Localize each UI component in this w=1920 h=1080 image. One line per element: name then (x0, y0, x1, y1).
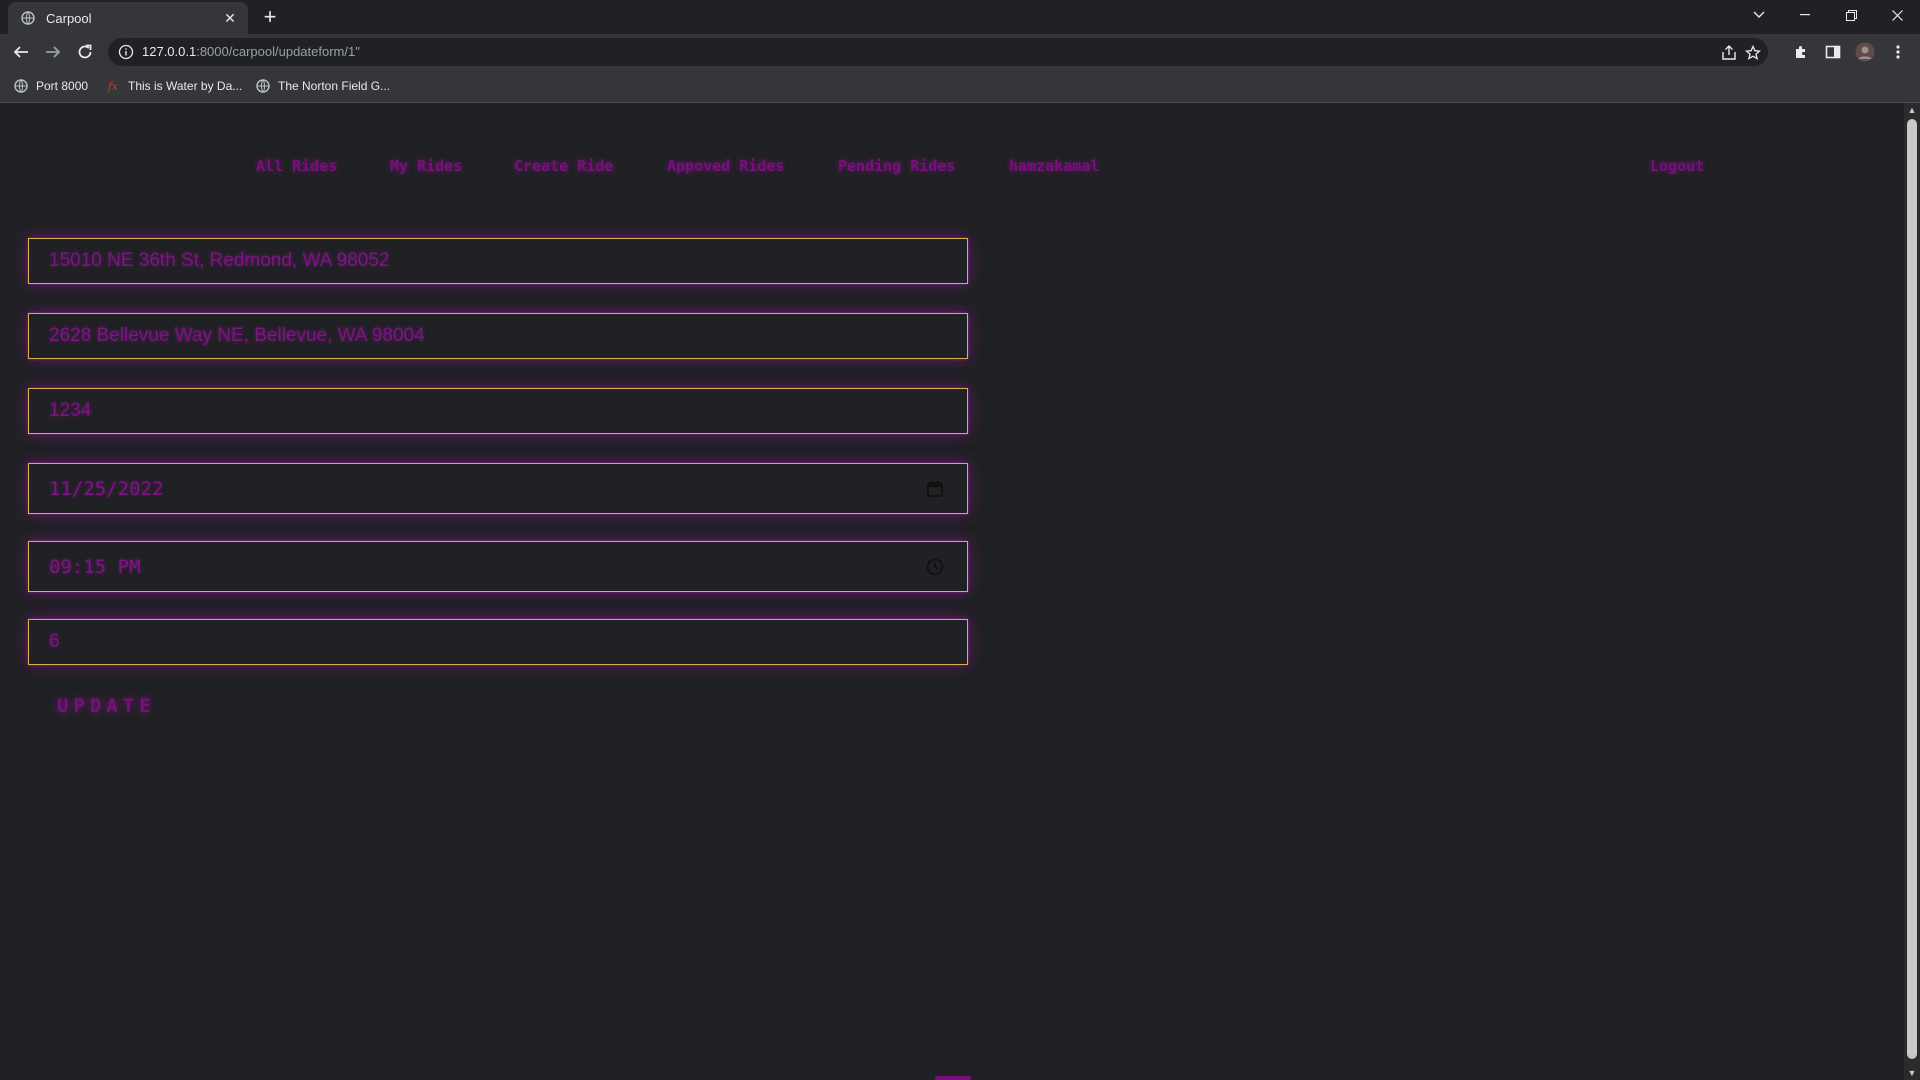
bookmarks-bar: Port 8000 fx This is Water by Da... The … (0, 70, 1920, 103)
time-value: 09:15 PM (49, 555, 141, 578)
nav-logout[interactable]: Logout (1650, 157, 1704, 175)
update-button[interactable]: UPDATE (57, 695, 156, 717)
page-viewport: All Rides My Rides Create Ride Appoved R… (0, 103, 1904, 1080)
pickup-address-value: 15010 NE 36th St, Redmond, WA 98052 (49, 250, 390, 271)
pickup-address-field[interactable]: 15010 NE 36th St, Redmond, WA 98052 (28, 238, 968, 284)
bookmark-item[interactable]: Port 8000 (14, 77, 88, 95)
url-host: 127.0.0.1 (142, 44, 197, 59)
date-field[interactable]: 11/25/2022 (28, 463, 968, 514)
calendar-icon[interactable] (925, 479, 945, 499)
nav-pending-rides[interactable]: Pending Rides (838, 157, 955, 175)
bookmark-item[interactable]: fx This is Water by Da... (106, 77, 242, 95)
clock-icon[interactable] (925, 557, 945, 577)
profile-avatar[interactable] (1853, 40, 1877, 64)
more-menu-icon[interactable] (1886, 40, 1910, 64)
code-value: 1234 (49, 400, 92, 421)
bookmark-star-icon[interactable] (1744, 44, 1762, 62)
forward-icon[interactable] (41, 40, 65, 64)
minimize-icon[interactable] (1782, 0, 1828, 30)
date-value: 11/25/2022 (49, 477, 164, 500)
nav-my-rides[interactable]: My Rides (390, 157, 462, 175)
bookmark-item[interactable]: The Norton Field G... (256, 77, 390, 95)
back-icon[interactable] (9, 40, 33, 64)
tab-title: Carpool (46, 10, 92, 26)
dropoff-address-field[interactable]: 2628 Bellevue Way NE, Bellevue, WA 98004 (28, 313, 968, 359)
close-window-icon[interactable] (1874, 0, 1920, 30)
globe-icon (14, 79, 28, 93)
browser-tab[interactable]: Carpool ✕ (8, 2, 248, 34)
scroll-down-icon[interactable]: ▼ (1904, 1066, 1920, 1080)
nav-username[interactable]: hamzakamal (1009, 157, 1099, 175)
share-icon[interactable] (1720, 44, 1738, 62)
site-info-icon[interactable] (118, 44, 134, 60)
globe-icon (256, 79, 270, 93)
seats-field[interactable]: 6 (28, 619, 968, 665)
url-text: 127.0.0.1:8000/carpool/updateform/1" (142, 44, 360, 59)
scroll-thumb[interactable] (1907, 119, 1917, 1059)
url-path: :8000/carpool/updateform/1" (196, 44, 360, 59)
scroll-up-icon[interactable]: ▲ (1904, 103, 1920, 117)
new-tab-icon[interactable]: + (258, 6, 282, 30)
browser-toolbar: 127.0.0.1:8000/carpool/updateform/1" (0, 34, 1920, 70)
fx-icon: fx (107, 79, 119, 93)
time-field[interactable]: 09:15 PM (28, 541, 968, 592)
extensions-icon[interactable] (1789, 40, 1813, 64)
tab-search-icon[interactable] (1736, 0, 1782, 30)
globe-icon (20, 10, 36, 26)
tab-strip: Carpool ✕ + (0, 0, 1920, 34)
bookmark-label: This is Water by Da... (128, 79, 243, 93)
bookmark-label: The Norton Field G... (278, 79, 391, 93)
dropoff-address-value: 2628 Bellevue Way NE, Bellevue, WA 98004 (49, 325, 425, 346)
nav-all-rides[interactable]: All Rides (256, 157, 337, 175)
bookmark-label: Port 8000 (36, 79, 89, 93)
nav-create-ride[interactable]: Create Ride (514, 157, 613, 175)
side-panel-icon[interactable] (1821, 40, 1845, 64)
restore-icon[interactable] (1828, 0, 1874, 30)
page-scrollbar[interactable]: ▲ ▼ (1904, 103, 1920, 1080)
address-bar[interactable]: 127.0.0.1:8000/carpool/updateform/1" (108, 38, 1768, 66)
bottom-accent-bar (935, 1076, 971, 1080)
close-tab-icon[interactable]: ✕ (220, 8, 240, 28)
seats-value: 6 (49, 631, 60, 652)
nav-approved-rides[interactable]: Appoved Rides (667, 157, 784, 175)
reload-icon[interactable] (73, 40, 97, 64)
code-field[interactable]: 1234 (28, 388, 968, 434)
